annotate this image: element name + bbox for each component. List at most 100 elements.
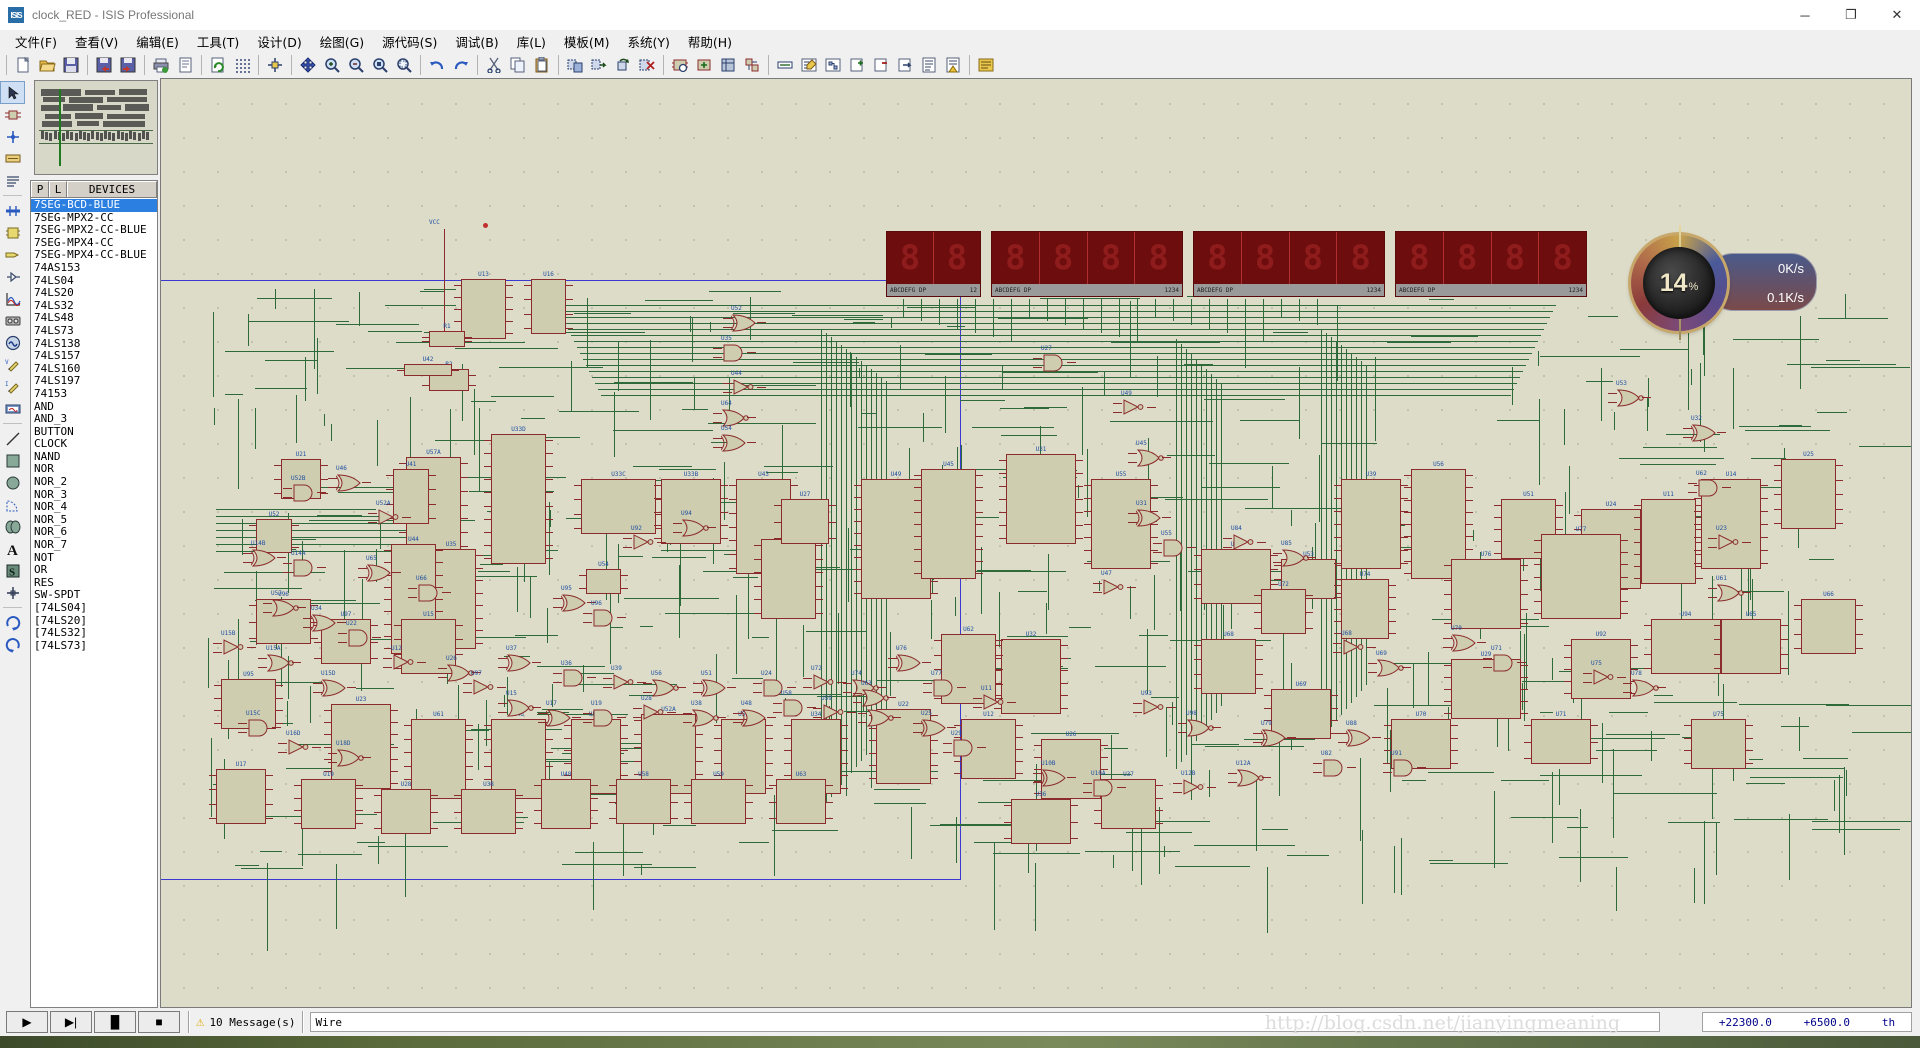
logic-gate[interactable]: U10B bbox=[1041, 760, 1067, 787]
pan-icon[interactable] bbox=[297, 54, 319, 76]
ic-component[interactable]: U77 bbox=[1541, 526, 1621, 619]
menu-view[interactable]: 查看(V) bbox=[66, 30, 127, 53]
logic-gate[interactable]: U15A bbox=[266, 645, 294, 672]
export-section-icon[interactable] bbox=[117, 54, 139, 76]
schematic-canvas[interactable]: VCC U13U16R2R1U57AU33DU33CU33BU43U42U41U… bbox=[160, 78, 1912, 1008]
block-rotate-icon[interactable] bbox=[612, 54, 634, 76]
new-file-icon[interactable] bbox=[12, 54, 34, 76]
desktop-taskbar[interactable] bbox=[0, 1036, 1920, 1048]
remove-sheet-icon[interactable] bbox=[870, 54, 892, 76]
toggle-grid-icon[interactable] bbox=[231, 54, 253, 76]
bill-of-materials-icon[interactable] bbox=[918, 54, 940, 76]
logic-gate[interactable]: U34 bbox=[311, 605, 337, 632]
logic-gate[interactable]: U98 bbox=[1186, 710, 1214, 737]
logic-gate[interactable]: U53 bbox=[1616, 380, 1644, 407]
pause-button[interactable]: ▐▌ bbox=[94, 1011, 136, 1033]
column-header-devices[interactable]: DEVICES bbox=[67, 181, 157, 197]
ic-component[interactable]: U42 bbox=[404, 356, 452, 376]
logic-gate[interactable]: U23 bbox=[1716, 525, 1740, 550]
origin-icon[interactable] bbox=[264, 54, 286, 76]
ic-component[interactable]: U52 bbox=[256, 511, 292, 553]
2d-line-icon[interactable] bbox=[1, 428, 24, 449]
design-explorer-icon[interactable] bbox=[822, 54, 844, 76]
menu-design[interactable]: 设计(D) bbox=[248, 30, 310, 53]
logic-gate[interactable]: U36 bbox=[561, 660, 587, 687]
device-list-item[interactable]: 74AS153 bbox=[31, 261, 157, 275]
logic-gate[interactable]: U85 bbox=[1281, 540, 1309, 567]
paste-icon[interactable] bbox=[531, 54, 553, 76]
logic-gate[interactable]: U69 bbox=[1376, 650, 1404, 677]
schematic-drawing-area[interactable]: VCC U13U16R2R1U57AU33DU33CU33BU43U42U41U… bbox=[161, 79, 1911, 1007]
device-list-item[interactable]: 74LS73 bbox=[31, 324, 157, 338]
logic-gate[interactable]: U97 bbox=[471, 670, 495, 695]
zoom-out-icon[interactable] bbox=[345, 54, 367, 76]
2d-box-icon[interactable] bbox=[1, 450, 24, 471]
logic-gate[interactable]: U14 bbox=[866, 700, 894, 727]
ic-component[interactable]: U31 bbox=[1006, 446, 1076, 544]
logic-gate[interactable]: U15 bbox=[506, 690, 534, 717]
logic-gate[interactable]: U48 bbox=[741, 700, 767, 727]
logic-gate[interactable]: U37 bbox=[506, 645, 532, 672]
logic-gate[interactable]: U26 bbox=[446, 655, 474, 682]
wire-label-mode-icon[interactable] bbox=[1, 148, 24, 169]
print-area-icon[interactable] bbox=[174, 54, 196, 76]
zoom-in-icon[interactable] bbox=[321, 54, 343, 76]
logic-gate[interactable]: U47 bbox=[1101, 570, 1125, 595]
logic-gate[interactable]: U61 bbox=[1716, 575, 1744, 602]
ic-component[interactable]: U38 bbox=[461, 781, 516, 834]
logic-gate[interactable]: U56 bbox=[651, 670, 679, 697]
device-list-item[interactable]: [74LS32] bbox=[31, 627, 157, 640]
zoom-sheet-icon[interactable] bbox=[369, 54, 391, 76]
schematic-overview-panel[interactable] bbox=[34, 80, 158, 175]
display-4digit-1[interactable]: 8 8 8 8 ABCDEFG DP 1234 bbox=[991, 231, 1183, 297]
logic-gate[interactable]: U52A bbox=[376, 500, 400, 525]
undo-icon[interactable] bbox=[426, 54, 448, 76]
block-move-icon[interactable] bbox=[588, 54, 610, 76]
play-button[interactable]: ▶ bbox=[6, 1011, 48, 1033]
logic-gate[interactable]: U63 bbox=[861, 680, 889, 707]
2d-text-icon[interactable]: A bbox=[1, 538, 24, 559]
pick-device-icon[interactable] bbox=[669, 54, 691, 76]
device-list-item[interactable]: 74LS157 bbox=[31, 350, 157, 363]
logic-gate[interactable]: U15D bbox=[321, 670, 347, 697]
ic-component[interactable]: U68 bbox=[1201, 631, 1256, 694]
logic-gate[interactable]: U55 bbox=[1161, 530, 1187, 557]
graph-mode-icon[interactable] bbox=[1, 288, 24, 309]
logic-gate[interactable]: U38 bbox=[691, 700, 719, 727]
tape-recorder-icon[interactable] bbox=[1, 310, 24, 331]
logic-gate[interactable]: U57 bbox=[271, 590, 299, 617]
rotate-clockwise-icon[interactable] bbox=[1, 612, 24, 633]
column-header-l[interactable]: L bbox=[49, 181, 67, 197]
current-probe-icon[interactable]: I bbox=[1, 376, 24, 397]
logic-gate[interactable]: U31 bbox=[1136, 500, 1162, 527]
netlist-icon[interactable] bbox=[975, 54, 997, 76]
ic-component[interactable]: U11 bbox=[1641, 491, 1696, 584]
logic-gate[interactable]: U52B bbox=[291, 475, 317, 502]
logic-gate[interactable]: U82 bbox=[1321, 750, 1347, 777]
logic-gate[interactable]: U77 bbox=[931, 670, 957, 697]
menu-source[interactable]: 源代码(S) bbox=[373, 30, 446, 53]
logic-gate[interactable]: U88 bbox=[1346, 720, 1372, 747]
logic-gate[interactable]: U76 bbox=[896, 645, 922, 672]
logic-gate[interactable]: U71 bbox=[1491, 645, 1517, 672]
ic-component[interactable]: U94 bbox=[1651, 611, 1721, 674]
ic-component[interactable]: U63 bbox=[776, 771, 826, 824]
device-list-item[interactable]: 7SEG-BCD-BLUE bbox=[31, 198, 157, 212]
message-indicator[interactable]: ⚠ 10 Message(s) bbox=[196, 1014, 296, 1030]
devices-list[interactable]: 7SEG-BCD-BLUE 7SEG-MPX2-CC 7SEG-MPX2-CC-BL… bbox=[31, 198, 157, 1006]
ic-component[interactable]: U72 bbox=[1261, 581, 1306, 634]
logic-gate[interactable]: U72 bbox=[811, 665, 835, 690]
ic-component[interactable]: U76 bbox=[1451, 551, 1521, 629]
device-list-item[interactable]: NOR_4 bbox=[31, 501, 157, 514]
logic-gate[interactable]: U45 bbox=[1136, 440, 1164, 467]
menu-library[interactable]: 库(L) bbox=[508, 30, 555, 53]
2d-arc-icon[interactable] bbox=[1, 494, 24, 515]
logic-gate[interactable]: U49 bbox=[1121, 390, 1145, 415]
component-mode-icon[interactable] bbox=[1, 104, 24, 125]
rotate-anticlockwise-icon[interactable] bbox=[1, 634, 24, 655]
logic-gate[interactable]: U94 bbox=[681, 510, 709, 537]
logic-gate[interactable]: U35 bbox=[721, 335, 747, 362]
ic-component[interactable]: U36 bbox=[1011, 791, 1071, 844]
ic-component[interactable]: U39 bbox=[1341, 471, 1401, 569]
logic-gate[interactable]: U18D bbox=[336, 740, 364, 767]
